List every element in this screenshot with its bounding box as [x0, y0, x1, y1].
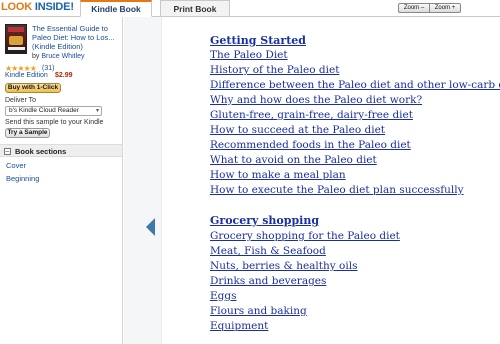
toc-link[interactable]: Drinks and beverages: [210, 275, 326, 287]
byline: by Bruce Whitley: [32, 53, 85, 60]
author-link[interactable]: Bruce Whitley: [41, 53, 84, 60]
tab-kindle-book[interactable]: Kindle Book: [80, 0, 152, 17]
toc-link[interactable]: How to succeed at the Paleo diet: [210, 124, 385, 136]
section-link-cover[interactable]: Cover: [6, 161, 26, 170]
toc-link[interactable]: Meat, Fish & Seafood: [210, 245, 326, 257]
book-title-link[interactable]: The Essential Guide to Paleo Diet: How t…: [32, 24, 122, 51]
look-inside-logo: LOOK INSIDE!: [1, 1, 74, 13]
sidebar: The Essential Guide to Paleo Diet: How t…: [0, 17, 123, 344]
toc-link[interactable]: Nuts, berries & healthy oils: [210, 260, 357, 272]
buy-one-click-button[interactable]: Buy with 1-Click: [5, 83, 61, 93]
zoom-in-button[interactable]: Zoom +: [429, 4, 460, 12]
deliver-to-label: Deliver To: [5, 97, 36, 104]
toc-link[interactable]: Why and how does the Paleo diet work?: [210, 94, 422, 106]
toc-link[interactable]: Difference between the Paleo diet and ot…: [210, 79, 500, 91]
toc-link[interactable]: Flours and baking: [210, 305, 307, 317]
zoom-controls: Zoom – Zoom +: [398, 3, 461, 13]
toc-heading[interactable]: Getting Started: [210, 34, 306, 47]
toc-heading[interactable]: Grocery shopping: [210, 214, 319, 227]
chevron-down-icon: ▾: [95, 108, 99, 114]
try-sample-button[interactable]: Try a Sample: [5, 128, 50, 138]
book-sections-header[interactable]: – Book sections: [0, 144, 122, 157]
toc-link[interactable]: What to avoid on the Paleo diet: [210, 154, 377, 166]
toc-link[interactable]: Equipment: [210, 320, 268, 332]
toc-link[interactable]: How to make a meal plan: [210, 169, 346, 181]
collapse-minus-icon[interactable]: –: [4, 148, 11, 155]
toc-link[interactable]: Grocery shopping for the Paleo diet: [210, 230, 400, 242]
page-nav-strip: [124, 17, 162, 344]
tab-print-book[interactable]: Print Book: [160, 0, 230, 17]
rating-count-link[interactable]: (31): [42, 65, 54, 72]
toc-link[interactable]: Gluten-free, grain-free, dairy-free diet: [210, 109, 413, 121]
toc-link[interactable]: History of the Paleo diet: [210, 64, 339, 76]
toc-link[interactable]: How to execute the Paleo diet plan succe…: [210, 184, 464, 196]
top-bar: LOOK INSIDE! Kindle Book Print Book Zoom…: [0, 0, 500, 17]
toc-link[interactable]: Eggs: [210, 290, 237, 302]
send-sample-text: Send this sample to your Kindle: [5, 119, 104, 126]
price: $2.99: [55, 72, 73, 79]
previous-page-arrow-icon[interactable]: [146, 218, 155, 236]
device-select[interactable]: b's Kindle Cloud Reader ▾: [5, 106, 102, 116]
edition-label: Kindle Edition: [5, 72, 48, 79]
book-cover-thumbnail[interactable]: [5, 24, 27, 54]
toc-link[interactable]: The Paleo Diet: [210, 49, 288, 61]
toc-link[interactable]: Recommended foods in the Paleo diet: [210, 139, 411, 151]
section-link-beginning[interactable]: Beginning: [6, 174, 39, 183]
zoom-out-button[interactable]: Zoom –: [399, 4, 429, 12]
